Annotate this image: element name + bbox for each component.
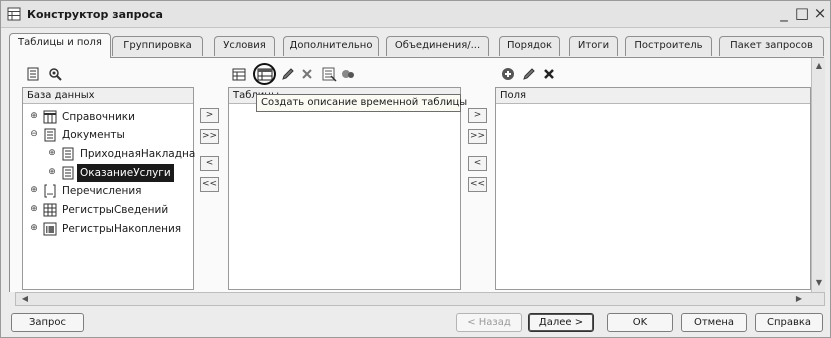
tab-totals[interactable]: Итоги — [569, 36, 618, 56]
next-button[interactable]: Далее > — [528, 313, 594, 332]
query-button[interactable]: Запрос — [11, 313, 84, 332]
tree-item-label-selected: ОказаниеУслуги — [77, 164, 174, 182]
query-settings-icon[interactable] — [47, 66, 63, 82]
replace-table-icon[interactable] — [321, 66, 337, 82]
query-designer-window: Конструктор запроса _ □ × Таблицы и поля… — [0, 0, 831, 338]
toolbar-tooltip: Создать описание временной таблицы — [256, 94, 467, 112]
tab-conditions[interactable]: Условия — [214, 36, 275, 56]
title-bar: Конструктор запроса _ □ × — [1, 1, 830, 28]
close-button[interactable]: × — [811, 4, 829, 22]
tab-advanced[interactable]: Дополнительно — [283, 36, 379, 56]
tables-panel: Таблицы — [228, 87, 461, 290]
remove-all-tables-button[interactable]: << — [200, 177, 219, 192]
add-table-button[interactable]: > — [200, 108, 219, 123]
tree-item-label: Документы — [62, 129, 125, 141]
expand-icon[interactable]: ⊕ — [47, 168, 57, 178]
vertical-scrollbar[interactable]: ▲ ▼ — [811, 58, 825, 292]
edit-field-icon[interactable] — [521, 66, 537, 82]
info-register-icon — [43, 203, 57, 217]
scroll-down-icon[interactable]: ▼ — [813, 277, 825, 289]
tree-item-service-provision[interactable]: ⊕ ОказаниеУслуги — [47, 164, 193, 182]
add-field-icon[interactable] — [500, 66, 516, 82]
query-options-icon[interactable] — [340, 66, 356, 82]
tab-strip: Таблицы и поля Группировка Условия Допол… — [9, 32, 824, 58]
database-panel: База данных ⊕ Справочники ⊖ Документы ⊕ … — [22, 87, 196, 290]
tab-grouping[interactable]: Группировка — [112, 36, 203, 56]
document-icon — [43, 128, 57, 142]
scroll-left-icon[interactable]: ◀ — [18, 293, 32, 305]
add-field-button[interactable]: > — [468, 108, 487, 123]
ok-button[interactable]: OK — [607, 313, 673, 332]
scroll-right-icon[interactable]: ▶ — [792, 293, 806, 305]
document-icon — [61, 147, 75, 161]
accum-register-icon — [43, 222, 57, 236]
tree-item-label: РегистрыНакопления — [62, 223, 182, 235]
maximize-button[interactable]: □ — [793, 4, 811, 22]
tab-builder[interactable]: Построитель — [625, 36, 712, 56]
expand-icon[interactable]: ⊕ — [29, 205, 39, 215]
expand-icon[interactable]: ⊕ — [29, 112, 39, 122]
highlight-circle — [253, 63, 276, 85]
add-all-fields-button[interactable]: >> — [468, 129, 487, 144]
tree-item-label: ПриходнаяНакладна — [80, 148, 196, 160]
remove-table-button[interactable]: < — [200, 156, 219, 171]
horizontal-scrollbar[interactable]: ◀ ▶ — [15, 292, 825, 306]
delete-field-icon[interactable] — [541, 66, 557, 82]
fields-panel-header: Поля — [496, 88, 810, 104]
tree-item-enums[interactable]: ⊕ Перечисления — [29, 182, 189, 200]
collapse-icon[interactable]: ⊖ — [29, 130, 39, 140]
tree-item-documents[interactable]: ⊖ Документы — [29, 126, 189, 144]
minimize-button[interactable]: _ — [775, 4, 793, 22]
catalog-icon — [43, 110, 57, 124]
tree-item-label: Перечисления — [62, 185, 142, 197]
scroll-up-icon[interactable]: ▲ — [813, 60, 825, 72]
cancel-button[interactable]: Отмена — [681, 313, 747, 332]
window-title: Конструктор запроса — [27, 8, 163, 21]
tree-item-label: РегистрыСведений — [62, 204, 169, 216]
expand-icon[interactable]: ⊕ — [29, 224, 39, 234]
database-panel-header: База данных — [23, 88, 193, 104]
delete-icon[interactable] — [299, 66, 315, 82]
enum-icon — [43, 184, 57, 198]
tree-item-incoming-invoice[interactable]: ⊕ ПриходнаяНакладна — [47, 145, 196, 163]
document-icon — [61, 166, 75, 180]
expand-icon[interactable]: ⊕ — [29, 186, 39, 196]
edit-icon[interactable] — [280, 66, 296, 82]
remove-all-fields-button[interactable]: << — [468, 177, 487, 192]
tree-item-catalogs[interactable]: ⊕ Справочники — [29, 108, 189, 126]
add-table-icon[interactable] — [231, 66, 247, 82]
help-button[interactable]: Справка — [755, 313, 823, 332]
tab-tables-and-fields[interactable]: Таблицы и поля — [9, 33, 111, 58]
fields-panel: Поля — [495, 87, 811, 290]
tree-item-label: Справочники — [62, 111, 135, 123]
expand-icon[interactable]: ⊕ — [47, 149, 57, 159]
add-all-tables-button[interactable]: >> — [200, 129, 219, 144]
tree-item-accumulation-registers[interactable]: ⊕ РегистрыНакопления — [29, 220, 189, 238]
tab-order[interactable]: Порядок — [499, 36, 560, 56]
back-button[interactable]: < Назад — [456, 313, 522, 332]
remove-field-button[interactable]: < — [468, 156, 487, 171]
list-icon[interactable] — [25, 66, 41, 82]
query-designer-icon — [7, 7, 21, 21]
tree-item-info-registers[interactable]: ⊕ РегистрыСведений — [29, 201, 189, 219]
tab-unions[interactable]: Объединения/... — [386, 36, 489, 56]
tab-query-batch[interactable]: Пакет запросов — [719, 36, 824, 56]
